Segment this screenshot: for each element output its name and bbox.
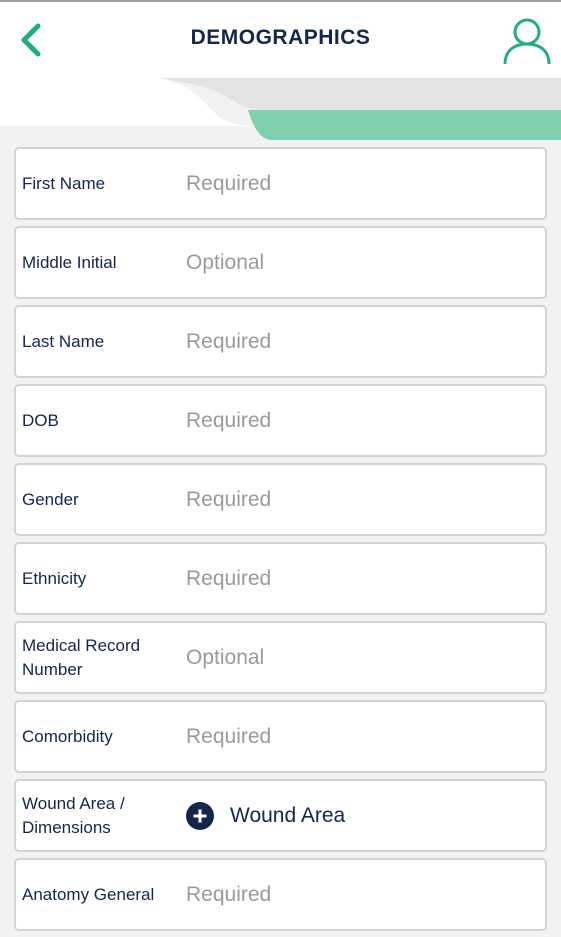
dob-field: DOB bbox=[14, 384, 547, 457]
wound-area-field: Wound Area / Dimensions Wound Area bbox=[14, 779, 547, 852]
comorbidity-field: Comorbidity bbox=[14, 700, 547, 773]
field-label: Wound Area / Dimensions bbox=[22, 793, 125, 837]
profile-button[interactable] bbox=[502, 16, 552, 66]
gender-field: Gender bbox=[14, 463, 547, 536]
first-name-field: First Name bbox=[14, 147, 547, 220]
last-name-field: Last Name bbox=[14, 305, 547, 378]
comorbidity-input[interactable] bbox=[184, 717, 528, 756]
ethnicity-input[interactable] bbox=[184, 559, 528, 598]
field-label: DOB bbox=[22, 410, 59, 430]
anatomy-general-field: Anatomy General bbox=[14, 858, 547, 931]
add-wound-area-button[interactable]: Wound Area bbox=[186, 801, 346, 830]
field-label: Anatomy General bbox=[22, 884, 155, 904]
header-decoration bbox=[0, 78, 561, 148]
plus-circle-icon bbox=[186, 801, 214, 830]
anatomy-general-input[interactable] bbox=[184, 875, 528, 914]
last-name-input[interactable] bbox=[184, 322, 528, 361]
app-header: DEMOGRAPHICS bbox=[0, 2, 561, 78]
dob-input[interactable] bbox=[184, 401, 528, 440]
field-label: Comorbidity bbox=[22, 726, 113, 746]
middle-initial-input[interactable] bbox=[184, 243, 528, 282]
ethnicity-field: Ethnicity bbox=[14, 542, 547, 615]
gender-input[interactable] bbox=[184, 480, 528, 519]
field-label: Medical Record Number bbox=[22, 635, 141, 679]
demographics-form: First Name Middle Initial Last Name DOB … bbox=[14, 147, 547, 937]
field-label: Ethnicity bbox=[22, 568, 87, 588]
field-label: Gender bbox=[22, 489, 79, 509]
field-label: First Name bbox=[22, 173, 106, 193]
field-label: Middle Initial bbox=[22, 252, 117, 272]
middle-initial-field: Middle Initial bbox=[14, 226, 547, 299]
field-label: Last Name bbox=[22, 331, 105, 351]
medical-record-number-input[interactable] bbox=[184, 638, 528, 677]
page-title: DEMOGRAPHICS bbox=[190, 26, 371, 49]
add-wound-area-label: Wound Area bbox=[230, 803, 346, 827]
user-icon bbox=[503, 18, 551, 65]
first-name-input[interactable] bbox=[184, 164, 528, 203]
medical-record-number-field: Medical Record Number bbox=[14, 621, 547, 694]
